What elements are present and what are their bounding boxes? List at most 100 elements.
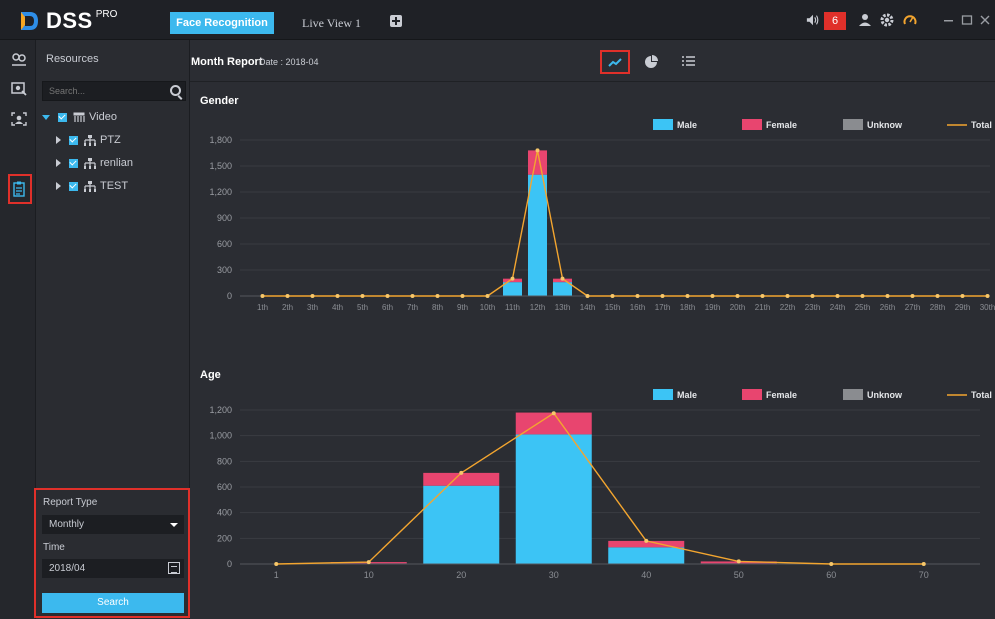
total-point	[736, 559, 741, 564]
module-rail	[0, 40, 36, 619]
report-type-value: Monthly	[49, 519, 85, 530]
y-tick-label: 1,000	[209, 431, 232, 441]
video-group-icon	[73, 112, 85, 122]
search-button[interactable]: Search	[42, 593, 184, 613]
total-point	[310, 294, 315, 298]
x-tick-label: 20th	[730, 303, 746, 312]
legend-label: Unknow	[867, 390, 903, 400]
x-tick-label: 30	[549, 570, 559, 580]
x-tick-label: 23th	[805, 303, 821, 312]
maximize-icon[interactable]	[960, 13, 974, 27]
chart-title: Gender	[200, 95, 239, 107]
time-field[interactable]: 2018/04	[42, 559, 184, 578]
checkbox-video[interactable]	[58, 112, 67, 122]
x-tick-label: 26th	[880, 303, 896, 312]
tab-live-view-1[interactable]: Live View 1	[290, 12, 373, 34]
app-name: DSS	[46, 8, 93, 33]
checkbox-ptz[interactable]	[69, 135, 78, 145]
total-point	[585, 294, 590, 298]
resource-search-input[interactable]	[43, 82, 153, 100]
total-point	[910, 294, 915, 298]
line-chart-icon	[608, 58, 622, 67]
device-tree-icon	[84, 157, 96, 169]
x-tick-label: 15th	[605, 303, 621, 312]
bar-male	[503, 282, 522, 296]
y-tick-label: 600	[217, 482, 232, 492]
checkbox-test[interactable]	[69, 181, 78, 191]
total-point	[274, 562, 279, 566]
legend-label: Female	[766, 120, 797, 130]
report-type-select[interactable]: Monthly	[42, 515, 184, 534]
user-icon[interactable]	[858, 13, 872, 27]
add-tab-icon[interactable]	[390, 15, 402, 27]
x-tick-label: 5th	[357, 303, 368, 312]
x-tick-label: 22th	[780, 303, 796, 312]
report-icon[interactable]	[13, 181, 25, 197]
x-tick-label: 7th	[407, 303, 418, 312]
dss-logo-icon	[21, 12, 38, 30]
x-tick-label: 24th	[830, 303, 846, 312]
calendar-icon[interactable]	[168, 562, 180, 574]
x-tick-label: 2th	[282, 303, 293, 312]
y-tick-label: 1,200	[209, 187, 232, 197]
performance-gauge-icon[interactable]	[903, 13, 917, 27]
tree-node-test[interactable]: TEST	[54, 178, 128, 194]
x-tick-label: 30th	[980, 303, 995, 312]
x-tick-label: 1	[274, 570, 279, 580]
face-search-icon[interactable]	[11, 82, 27, 96]
y-tick-label: 1,500	[209, 161, 232, 171]
y-tick-label: 300	[217, 265, 232, 275]
close-icon[interactable]	[978, 13, 992, 27]
total-point	[685, 294, 690, 298]
time-value: 2018/04	[49, 563, 86, 574]
legend-label: Unknow	[867, 120, 903, 130]
x-tick-label: 60	[826, 570, 836, 580]
tree-node-renlian[interactable]: renlian	[54, 155, 133, 171]
x-tick-label: 9th	[457, 303, 468, 312]
tab-list[interactable]	[676, 50, 706, 74]
settings-gear-icon[interactable]	[880, 13, 894, 27]
report-type-label: Report Type	[43, 497, 98, 508]
tree-node-ptz[interactable]: PTZ	[54, 132, 121, 148]
total-point	[710, 294, 715, 298]
x-tick-label: 27th	[905, 303, 921, 312]
collapse-arrow-icon[interactable]	[42, 114, 50, 120]
total-point	[551, 411, 556, 416]
x-tick-label: 14th	[580, 303, 596, 312]
expand-arrow-icon[interactable]	[56, 182, 61, 190]
total-point	[829, 562, 834, 566]
minimize-icon[interactable]	[942, 13, 956, 27]
x-tick-label: 21th	[755, 303, 771, 312]
face-compare-icon[interactable]	[11, 52, 27, 66]
total-point	[460, 294, 465, 298]
bar-male	[528, 174, 547, 296]
legend-item-female: Female	[742, 389, 797, 400]
x-tick-label: 17th	[655, 303, 671, 312]
checkbox-renlian[interactable]	[69, 158, 78, 168]
x-tick-label: 1th	[257, 303, 268, 312]
total-point	[921, 562, 926, 566]
tab-pie-chart[interactable]	[638, 50, 668, 74]
y-tick-label: 600	[217, 239, 232, 249]
total-point	[459, 470, 464, 475]
expand-arrow-icon[interactable]	[56, 136, 61, 144]
report-header: Month Report Date : 2018-04	[190, 40, 995, 82]
face-library-icon[interactable]	[11, 112, 27, 126]
speaker-icon[interactable]	[806, 13, 820, 27]
x-tick-label: 13th	[555, 303, 571, 312]
alarm-count-badge[interactable]: 6	[824, 12, 846, 30]
legend-item-unknow: Unknow	[843, 119, 903, 130]
expand-arrow-icon[interactable]	[56, 159, 61, 167]
total-line	[262, 150, 988, 297]
tree-node-video[interactable]: Video	[42, 109, 117, 125]
device-tree-icon	[84, 134, 96, 146]
search-icon[interactable]	[170, 85, 181, 96]
legend-item-male: Male	[653, 389, 697, 400]
x-tick-label: 25th	[855, 303, 871, 312]
tab-line-chart[interactable]	[600, 50, 630, 74]
page-title: Month Report	[191, 56, 263, 68]
x-tick-label: 3th	[307, 303, 318, 312]
tab-face-recognition[interactable]: Face Recognition	[170, 12, 274, 34]
legend-item-female: Female	[742, 119, 797, 130]
total-point	[960, 294, 965, 298]
